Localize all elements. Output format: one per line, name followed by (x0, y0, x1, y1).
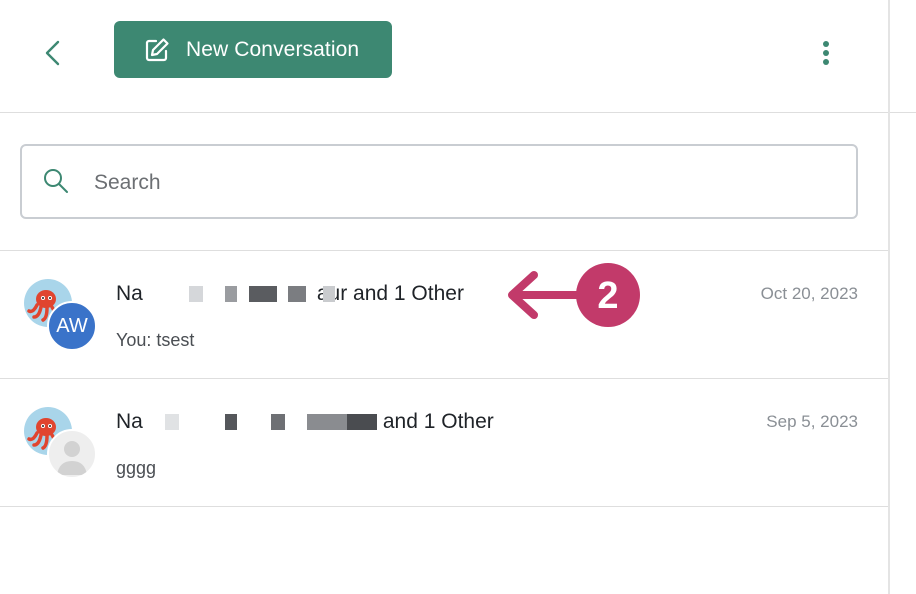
conversation-list-panel: New Conversation AW Na aur and 1 Other (0, 0, 916, 594)
back-button[interactable] (38, 36, 68, 70)
redacted-name (145, 414, 381, 431)
new-conversation-label: New Conversation (186, 37, 360, 61)
redacted-name (145, 286, 335, 303)
conversation-preview: You: tsest (116, 330, 195, 350)
conversation-title: Na aur and 1 Other (116, 282, 464, 306)
more-options-button[interactable] (812, 36, 840, 70)
panel-divider (888, 0, 890, 594)
edit-icon (145, 37, 169, 61)
avatar: AW (47, 301, 97, 351)
kebab-dot (823, 50, 829, 56)
title-start: Na (116, 410, 143, 433)
search-box[interactable] (20, 144, 858, 219)
conversation-date: Sep 5, 2023 (766, 412, 858, 431)
new-conversation-button[interactable]: New Conversation (114, 21, 392, 78)
avatar-placeholder (47, 429, 97, 479)
conversation-preview: gggg (116, 458, 157, 478)
user-silhouette-icon (57, 441, 87, 475)
search-input[interactable] (92, 146, 836, 219)
title-end: and 1 Other (382, 410, 494, 433)
conversation-date: Oct 20, 2023 (760, 284, 858, 303)
header-divider (0, 112, 916, 113)
conversation-title: Na and 1 Other (116, 410, 494, 434)
conversation-divider (0, 506, 888, 507)
title-end: aur and 1 Other (316, 282, 464, 305)
conversation-item[interactable]: Na and 1 Other Sep 5, 2023 gggg (0, 379, 888, 506)
conversation-item[interactable]: AW Na aur and 1 Other Oct 20, 2023 You: t… (0, 251, 888, 378)
avatar-initials: AW (56, 314, 88, 337)
search-icon (44, 169, 68, 193)
kebab-dot (823, 41, 829, 47)
chevron-left-icon (45, 40, 60, 66)
kebab-dot (823, 59, 829, 65)
title-start: Na (116, 282, 143, 305)
step-annotation-arrow: 2 (508, 263, 640, 327)
step-number: 2 (597, 275, 618, 317)
